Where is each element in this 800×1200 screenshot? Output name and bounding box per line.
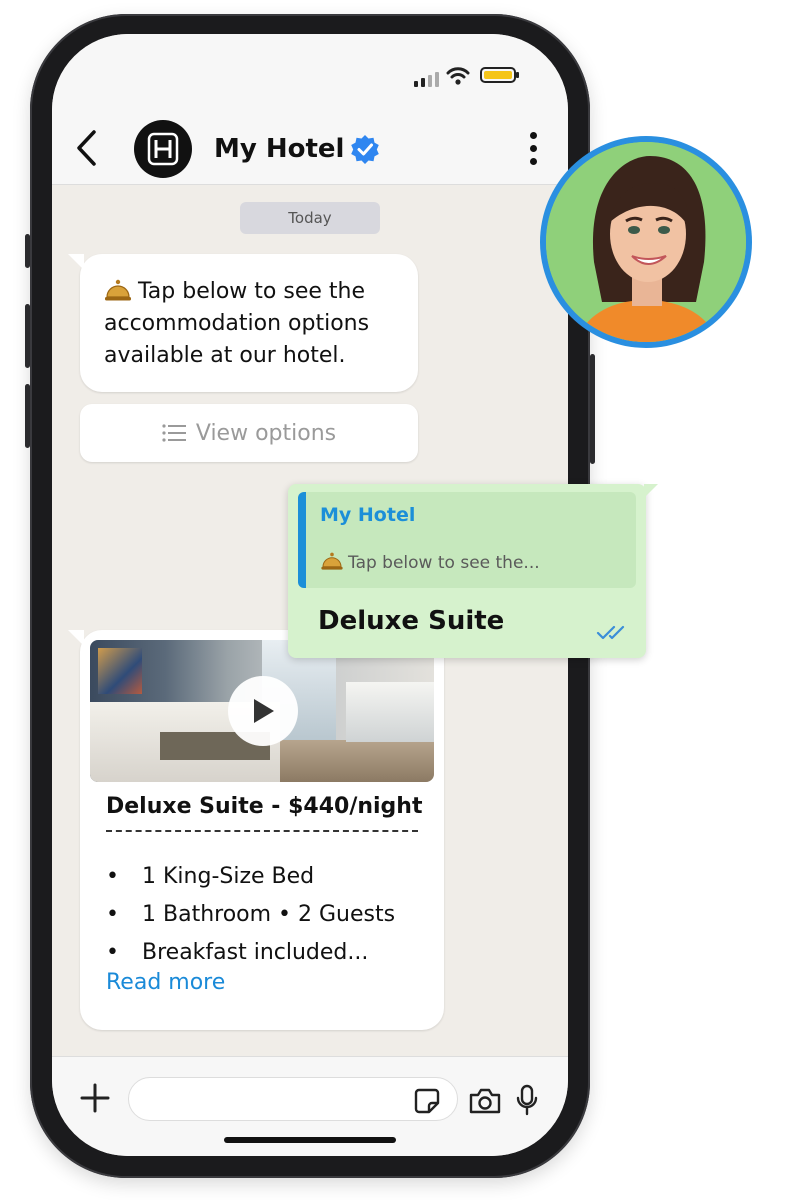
kebab-dot (530, 145, 537, 152)
outgoing-message-bubble[interactable]: My Hotel Tap below to see the... Deluxe … (288, 484, 658, 658)
camera-icon[interactable] (468, 1087, 502, 1115)
chat-header: H My Hotel (52, 114, 568, 185)
feature-list: • 1 King-Size Bed • 1 Bathroom • 2 Guests … (106, 858, 395, 972)
side-button-left-2 (25, 304, 30, 368)
bubble-tail (644, 484, 658, 498)
double-check-icon (596, 625, 625, 640)
feature-text: 1 Bathroom • 2 Guests (142, 902, 396, 927)
battery-tip (516, 72, 519, 78)
kebab-dot (530, 158, 537, 165)
side-button-left-1 (25, 234, 30, 268)
incoming-message-bubble[interactable]: Tap below to see the accommodation optio… (68, 254, 418, 392)
suite-card[interactable]: Deluxe Suite - $440/night --------------… (68, 630, 444, 1030)
date-separator: Today (240, 202, 380, 234)
play-icon (254, 699, 274, 723)
woman-portrait (546, 142, 746, 342)
message-composer (52, 1056, 568, 1156)
bubble-tail (68, 630, 84, 646)
quoted-text: Tap below to see the... (320, 552, 540, 573)
incoming-message-text: Tap below to see the accommodation optio… (104, 279, 370, 368)
quoted-message[interactable]: My Hotel Tap below to see the... (298, 492, 636, 588)
room-video-thumbnail[interactable] (90, 640, 434, 782)
outgoing-message-text: Deluxe Suite (318, 606, 505, 636)
signal-icon (414, 72, 439, 87)
list-item: • 1 Bathroom • 2 Guests (106, 896, 395, 934)
view-options-label: View options (195, 420, 337, 446)
plus-icon[interactable] (80, 1083, 110, 1113)
microphone-icon[interactable] (516, 1084, 538, 1116)
quoted-text-value: Tap below to see the... (348, 553, 540, 573)
side-button-right (590, 354, 595, 464)
list-item: • 1 King-Size Bed (106, 858, 395, 896)
battery-icon (480, 67, 519, 83)
feature-text: Breakfast included... (142, 940, 369, 965)
verified-badge-icon (351, 135, 379, 164)
list-item: • Breakfast included... (106, 934, 395, 972)
hotel-logo-mark (147, 132, 179, 166)
bullet: • (106, 864, 119, 889)
thumbnail-floor (280, 740, 434, 782)
view-options-button[interactable]: View options (80, 404, 418, 462)
play-button[interactable] (228, 676, 298, 746)
home-indicator[interactable] (224, 1137, 396, 1143)
bell-icon (321, 552, 343, 570)
wifi-icon (446, 67, 470, 85)
incoming-message: Tap below to see the accommodation optio… (104, 276, 404, 372)
message-input[interactable] (128, 1077, 458, 1121)
suite-title: Deluxe Suite - $440/night (106, 794, 423, 819)
thumbnail-wall-art (98, 648, 142, 694)
chat-title[interactable]: My Hotel (214, 134, 344, 164)
avatar-image (546, 142, 746, 342)
side-button-left-3 (25, 384, 30, 448)
bullet: • (106, 902, 119, 927)
quoted-sender: My Hotel (320, 504, 416, 526)
list-icon (162, 424, 186, 442)
bell-icon (105, 279, 131, 301)
feature-text: 1 King-Size Bed (142, 864, 315, 889)
avatar (540, 136, 752, 348)
bullet: • (106, 940, 119, 965)
battery-level (484, 71, 512, 79)
status-bar (52, 34, 568, 114)
quote-bar (298, 492, 306, 588)
divider: -------------------------------------- (106, 830, 418, 832)
sticker-icon[interactable] (414, 1088, 440, 1114)
hotel-logo[interactable]: H (134, 120, 192, 178)
bubble-tail (68, 254, 84, 270)
thumbnail-desk (346, 682, 434, 742)
chevron-left-icon[interactable] (74, 128, 98, 168)
more-vertical-icon[interactable] (530, 132, 537, 165)
kebab-dot (530, 132, 537, 139)
read-more-link[interactable]: Read more (106, 970, 225, 995)
